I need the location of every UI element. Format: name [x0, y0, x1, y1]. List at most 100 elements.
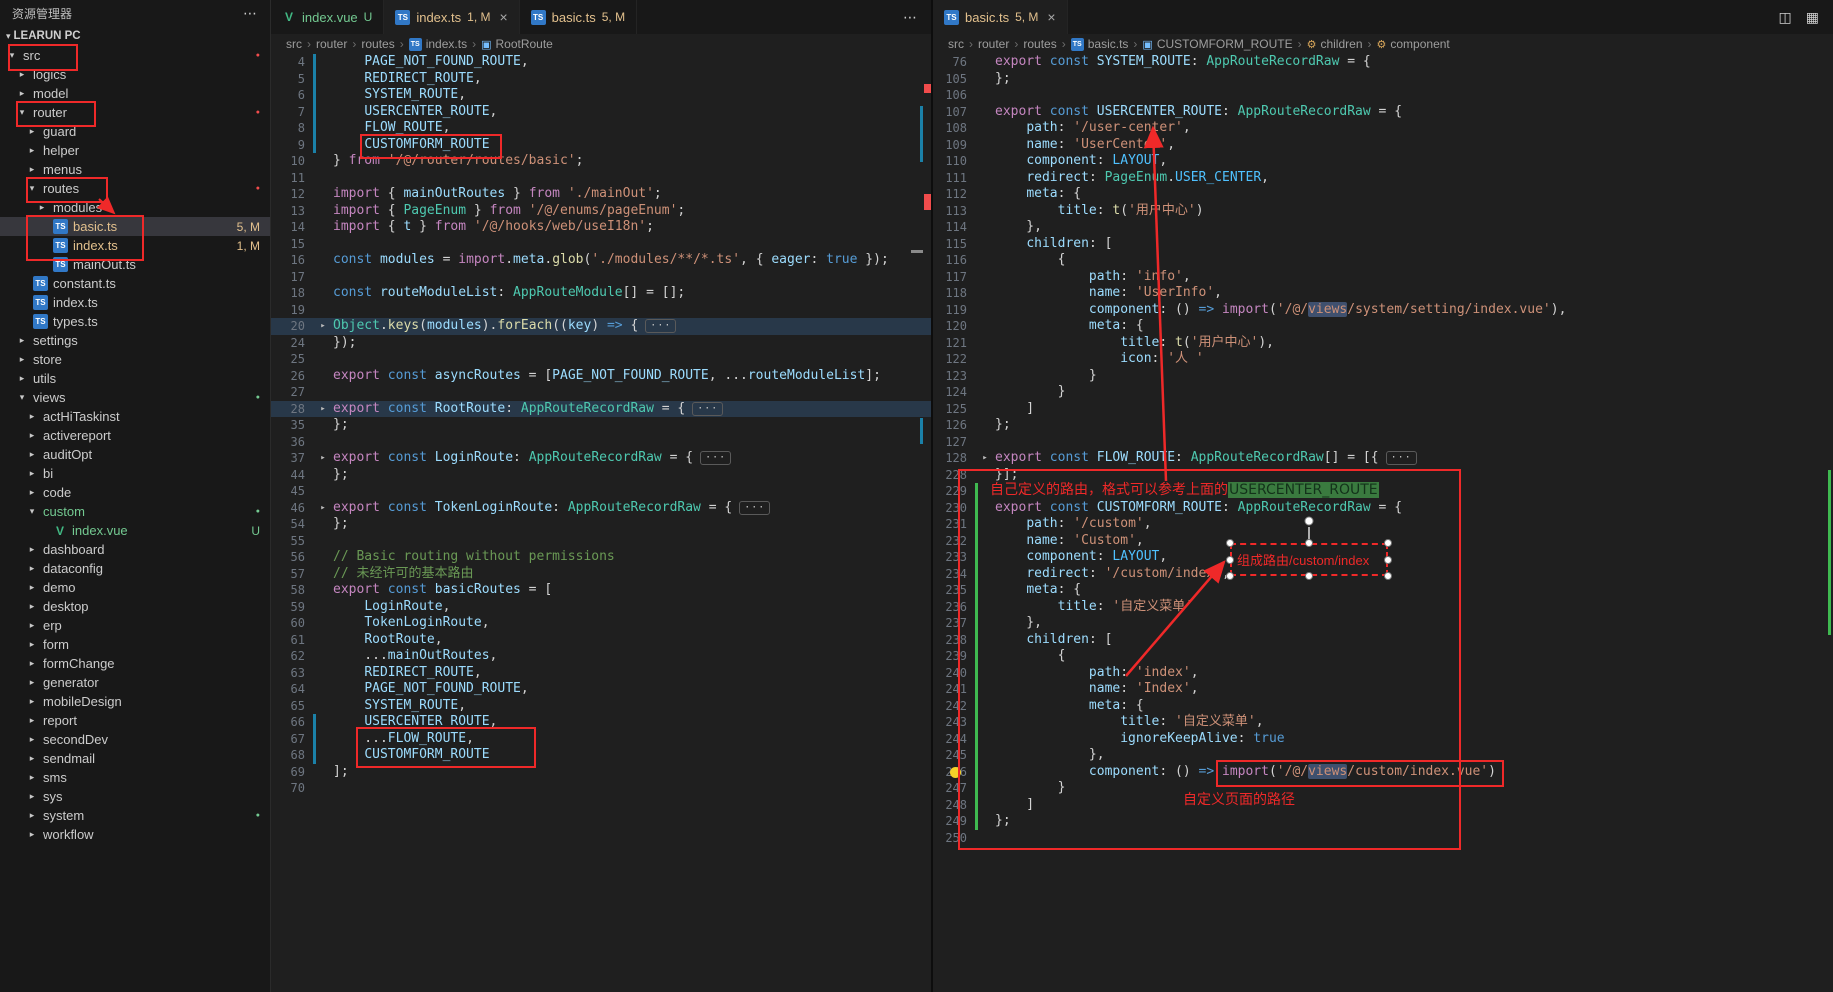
tab-index.ts[interactable]: TSindex.ts1, M× — [384, 0, 519, 34]
breadcrumb-item-src[interactable]: src — [948, 37, 964, 51]
code-line-13[interactable]: 13import { PageEnum } from '/@/enums/pag… — [271, 203, 931, 220]
code-line-67[interactable]: 67 ...FLOW_ROUTE, — [271, 731, 931, 748]
tree-item-menus[interactable]: ▸menus — [0, 160, 270, 179]
code-line-10[interactable]: 10} from '/@/router/routes/basic'; — [271, 153, 931, 170]
tree-item-desktop[interactable]: ▸desktop — [0, 597, 270, 616]
code-line-125[interactable]: 125 ] — [933, 401, 1833, 418]
tree-item-generator[interactable]: ▸generator — [0, 673, 270, 692]
lightbulb-icon[interactable] — [950, 767, 961, 778]
fold-chevron-icon[interactable]: ▸ — [316, 450, 330, 467]
fold-chevron-icon[interactable]: ▸ — [978, 450, 992, 467]
code-line-122[interactable]: 122 icon: '人 ' — [933, 351, 1833, 368]
code-line-55[interactable]: 55 — [271, 533, 931, 550]
code-line-28[interactable]: 28▸export const RootRoute: AppRouteRecor… — [271, 401, 931, 418]
code-line-26[interactable]: 26export const asyncRoutes = [PAGE_NOT_F… — [271, 368, 931, 385]
tree-item-model[interactable]: ▸model — [0, 84, 270, 103]
code-line-44[interactable]: 44}; — [271, 467, 931, 484]
breadcrumb-item-routes[interactable]: routes — [1023, 37, 1056, 51]
tree-item-dataconfig[interactable]: ▸dataconfig — [0, 559, 270, 578]
code-line-11[interactable]: 11 — [271, 170, 931, 187]
tree-item-sys[interactable]: ▸sys — [0, 787, 270, 806]
code-line-59[interactable]: 59 LoginRoute, — [271, 599, 931, 616]
code-line-110[interactable]: 110 component: LAYOUT, — [933, 153, 1833, 170]
code-editor[interactable]: 76export const SYSTEM_ROUTE: AppRouteRec… — [933, 54, 1833, 992]
fold-chevron-icon[interactable]: ▸ — [316, 401, 330, 418]
fold-chevron-icon[interactable]: ▸ — [316, 500, 330, 517]
code-line-63[interactable]: 63 REDIRECT_ROUTE, — [271, 665, 931, 682]
code-line-70[interactable]: 70 — [271, 780, 931, 797]
code-line-45[interactable]: 45 — [271, 483, 931, 500]
code-line-118[interactable]: 118 name: 'UserInfo', — [933, 285, 1833, 302]
code-line-14[interactable]: 14import { t } from '/@/hooks/web/useI18… — [271, 219, 931, 236]
tree-item-sms[interactable]: ▸sms — [0, 768, 270, 787]
tree-item-logics[interactable]: ▸logics — [0, 65, 270, 84]
code-line-243[interactable]: 243 title: '自定义菜单', — [933, 714, 1833, 731]
split-editor-icon[interactable]: ◫ — [1779, 9, 1792, 26]
breadcrumb-item-index.ts[interactable]: TSindex.ts — [409, 37, 467, 51]
code-line-64[interactable]: 64 PAGE_NOT_FOUND_ROUTE, — [271, 681, 931, 698]
editor-sash[interactable] — [931, 0, 933, 992]
code-line-248[interactable]: 248 ] — [933, 797, 1833, 814]
code-line-244[interactable]: 244 ignoreKeepAlive: true — [933, 731, 1833, 748]
tree-item-sendmail[interactable]: ▸sendmail — [0, 749, 270, 768]
breadcrumb-item-routes[interactable]: routes — [361, 37, 394, 51]
code-line-69[interactable]: 69]; — [271, 764, 931, 781]
code-line-111[interactable]: 111 redirect: PageEnum.USER_CENTER, — [933, 170, 1833, 187]
folded-code-ellipsis[interactable]: ··· — [692, 402, 723, 416]
code-line-4[interactable]: 4 PAGE_NOT_FOUND_ROUTE, — [271, 54, 931, 71]
code-line-57[interactable]: 57// 未经许可的基本路由 — [271, 566, 931, 583]
code-line-8[interactable]: 8 FLOW_ROUTE, — [271, 120, 931, 137]
tree-item-index.vue[interactable]: Vindex.vueU — [0, 521, 270, 540]
tree-item-settings[interactable]: ▸settings — [0, 331, 270, 350]
code-line-120[interactable]: 120 meta: { — [933, 318, 1833, 335]
code-line-108[interactable]: 108 path: '/user-center', — [933, 120, 1833, 137]
tree-item-secondDev[interactable]: ▸secondDev — [0, 730, 270, 749]
tree-item-mobileDesign[interactable]: ▸mobileDesign — [0, 692, 270, 711]
tree-item-types.ts[interactable]: TStypes.ts — [0, 312, 270, 331]
tree-item-helper[interactable]: ▸helper — [0, 141, 270, 160]
code-line-54[interactable]: 54}; — [271, 516, 931, 533]
code-line-241[interactable]: 241 name: 'Index', — [933, 681, 1833, 698]
tab-basic.ts[interactable]: TSbasic.ts5, M — [520, 0, 637, 34]
code-line-58[interactable]: 58export const basicRoutes = [ — [271, 582, 931, 599]
code-line-245[interactable]: 245 }, — [933, 747, 1833, 764]
code-line-239[interactable]: 239 { — [933, 648, 1833, 665]
code-line-127[interactable]: 127 — [933, 434, 1833, 451]
code-line-249[interactable]: 249}; — [933, 813, 1833, 830]
breadcrumb-item-component[interactable]: ⚙component — [1377, 37, 1450, 51]
tree-item-actHiTaskinst[interactable]: ▸actHiTaskinst — [0, 407, 270, 426]
tree-item-index.ts[interactable]: TSindex.ts — [0, 293, 270, 312]
code-line-228[interactable]: 228}]; — [933, 467, 1833, 484]
code-line-246[interactable]: 246 component: () => import('/@/views/cu… — [933, 764, 1833, 781]
code-line-5[interactable]: 5 REDIRECT_ROUTE, — [271, 71, 931, 88]
code-line-234[interactable]: 234 redirect: '/custom/index', — [933, 566, 1833, 583]
tree-item-guard[interactable]: ▸guard — [0, 122, 270, 141]
tree-item-dashboard[interactable]: ▸dashboard — [0, 540, 270, 559]
breadcrumb-item-router[interactable]: router — [316, 37, 347, 51]
breadcrumb-item-router[interactable]: router — [978, 37, 1009, 51]
tree-item-erp[interactable]: ▸erp — [0, 616, 270, 635]
code-line-62[interactable]: 62 ...mainOutRoutes, — [271, 648, 931, 665]
tree-item-constant.ts[interactable]: TSconstant.ts — [0, 274, 270, 293]
code-line-240[interactable]: 240 path: 'index', — [933, 665, 1833, 682]
code-line-121[interactable]: 121 title: t('用户中心'), — [933, 335, 1833, 352]
tree-item-custom[interactable]: ▾custom● — [0, 502, 270, 521]
code-line-113[interactable]: 113 title: t('用户中心') — [933, 203, 1833, 220]
tree-item-views[interactable]: ▾views● — [0, 388, 270, 407]
code-line-126[interactable]: 126}; — [933, 417, 1833, 434]
breadcrumb-item-src[interactable]: src — [286, 37, 302, 51]
tree-item-mainOut.ts[interactable]: TSmainOut.ts — [0, 255, 270, 274]
tree-item-activereport[interactable]: ▸activereport — [0, 426, 270, 445]
tree-item-basic.ts[interactable]: TSbasic.ts5, M — [0, 217, 270, 236]
tree-item-src[interactable]: ▾src● — [0, 46, 270, 65]
code-line-119[interactable]: 119 component: () => import('/@/views/sy… — [933, 302, 1833, 319]
code-line-68[interactable]: 68 CUSTOMFORM_ROUTE — [271, 747, 931, 764]
code-line-35[interactable]: 35}; — [271, 417, 931, 434]
code-line-229[interactable]: 229 — [933, 483, 1833, 500]
tree-item-demo[interactable]: ▸demo — [0, 578, 270, 597]
tree-item-router[interactable]: ▾router● — [0, 103, 270, 122]
code-line-15[interactable]: 15 — [271, 236, 931, 253]
code-line-114[interactable]: 114 }, — [933, 219, 1833, 236]
code-line-60[interactable]: 60 TokenLoginRoute, — [271, 615, 931, 632]
code-line-36[interactable]: 36 — [271, 434, 931, 451]
